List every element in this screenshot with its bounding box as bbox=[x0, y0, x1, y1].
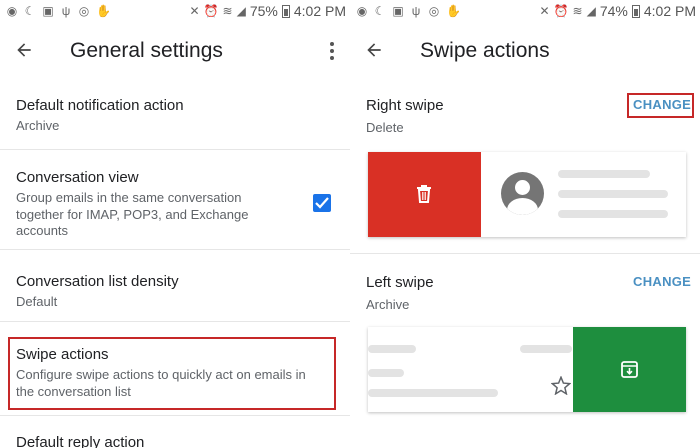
setting-description-line: together for IMAP, POP3, and Exchange bbox=[16, 206, 249, 222]
setting-title: Conversation list density bbox=[16, 273, 179, 290]
left-swipe-preview bbox=[368, 327, 686, 412]
wifi-icon: ≋ bbox=[222, 4, 233, 18]
page-title: Swipe actions bbox=[420, 39, 550, 62]
setting-value: Default bbox=[16, 294, 58, 309]
instagram-icon: ◎ bbox=[78, 4, 90, 18]
status-bar: ◉ ☾ ▣ ψ ◎ ✋ ✕ ⏰ ≋ ◢ 75% 4:02 PM bbox=[0, 0, 350, 24]
section-divider bbox=[350, 253, 700, 254]
setting-conversation-list-density[interactable]: Conversation list density Default bbox=[0, 250, 350, 322]
spotify-icon: ◉ bbox=[6, 4, 18, 18]
back-arrow-icon[interactable] bbox=[364, 40, 384, 60]
system-status: ✕ ⏰ ≋ ◢ 74% 4:02 PM bbox=[540, 3, 696, 19]
usb-icon: ψ bbox=[61, 4, 71, 18]
placeholder-line bbox=[520, 345, 572, 353]
app-bar: Swipe actions bbox=[350, 28, 700, 76]
moon-icon: ☾ bbox=[24, 4, 36, 18]
page-title: General settings bbox=[70, 39, 223, 62]
hand-icon: ✋ bbox=[446, 4, 461, 18]
notification-icons: ◉ ☾ ▣ ψ ◎ ✋ bbox=[6, 4, 111, 18]
clock: 4:02 PM bbox=[293, 3, 346, 19]
swipe-actions-highlight-box bbox=[8, 337, 336, 410]
signal-icon: ◢ bbox=[236, 4, 246, 18]
star-icon bbox=[551, 376, 571, 395]
left-swipe-title: Left swipe bbox=[366, 274, 434, 291]
setting-conversation-view[interactable]: Conversation view Group emails in the sa… bbox=[0, 150, 350, 250]
wifi-icon: ≋ bbox=[572, 4, 583, 18]
archive-icon bbox=[621, 361, 638, 378]
setting-title: Default reply action bbox=[16, 434, 145, 448]
mute-icon: ✕ bbox=[539, 4, 550, 18]
alarm-icon: ⏰ bbox=[203, 4, 219, 18]
setting-default-notification-action[interactable]: Default notification action Archive bbox=[0, 86, 350, 150]
placeholder-line bbox=[368, 389, 498, 397]
setting-default-reply-action[interactable]: Default reply action bbox=[0, 416, 350, 448]
change-highlight-box bbox=[627, 93, 694, 118]
delete-swipe-background bbox=[368, 152, 481, 237]
battery-percent: 74% bbox=[599, 3, 628, 19]
placeholder-line bbox=[558, 190, 668, 198]
swipe-actions-screen: ◉ ☾ ▣ ψ ◎ ✋ ✕ ⏰ ≋ ◢ 74% 4:02 PM Swipe ac… bbox=[350, 0, 700, 448]
setting-description-line: accounts bbox=[16, 223, 69, 238]
battery-icon bbox=[631, 4, 640, 18]
placeholder-line bbox=[368, 345, 416, 353]
conversation-view-checkbox[interactable] bbox=[313, 194, 331, 212]
usb-icon: ψ bbox=[411, 4, 421, 18]
mute-icon: ✕ bbox=[189, 4, 200, 18]
setting-title: Default notification action bbox=[16, 97, 184, 114]
placeholder-line bbox=[368, 369, 404, 377]
alarm-icon: ⏰ bbox=[553, 4, 569, 18]
status-bar: ◉ ☾ ▣ ψ ◎ ✋ ✕ ⏰ ≋ ◢ 74% 4:02 PM bbox=[350, 0, 700, 24]
spotify-icon: ◉ bbox=[356, 4, 368, 18]
general-settings-screen: ◉ ☾ ▣ ψ ◎ ✋ ✕ ⏰ ≋ ◢ 75% 4:02 PM General … bbox=[0, 0, 350, 448]
battery-percent: 75% bbox=[249, 3, 278, 19]
app-bar: General settings bbox=[0, 28, 350, 76]
setting-title: Conversation view bbox=[16, 169, 139, 186]
left-swipe-change-button[interactable]: CHANGE bbox=[633, 274, 691, 289]
image-icon: ▣ bbox=[392, 4, 404, 18]
archive-swipe-background bbox=[573, 327, 686, 412]
moon-icon: ☾ bbox=[374, 4, 386, 18]
image-icon: ▣ bbox=[42, 4, 54, 18]
hand-icon: ✋ bbox=[96, 4, 111, 18]
clock: 4:02 PM bbox=[643, 3, 696, 19]
more-vert-icon[interactable] bbox=[326, 40, 338, 62]
placeholder-line bbox=[558, 210, 668, 218]
right-swipe-preview bbox=[368, 152, 686, 237]
notification-icons: ◉ ☾ ▣ ψ ◎ ✋ bbox=[356, 4, 461, 18]
back-arrow-icon[interactable] bbox=[14, 40, 34, 60]
battery-icon bbox=[281, 4, 290, 18]
right-swipe-title: Right swipe bbox=[366, 97, 444, 114]
avatar-icon bbox=[501, 172, 544, 215]
left-swipe-action: Archive bbox=[366, 297, 410, 312]
checkmark-icon bbox=[315, 197, 329, 209]
trash-icon bbox=[417, 185, 431, 203]
signal-icon: ◢ bbox=[586, 4, 596, 18]
setting-description-line: Group emails in the same conversation bbox=[16, 190, 242, 205]
right-swipe-action: Delete bbox=[366, 120, 404, 135]
placeholder-line bbox=[558, 170, 650, 178]
instagram-icon: ◎ bbox=[428, 4, 440, 18]
system-status: ✕ ⏰ ≋ ◢ 75% 4:02 PM bbox=[190, 3, 346, 19]
setting-value: Archive bbox=[16, 118, 60, 133]
